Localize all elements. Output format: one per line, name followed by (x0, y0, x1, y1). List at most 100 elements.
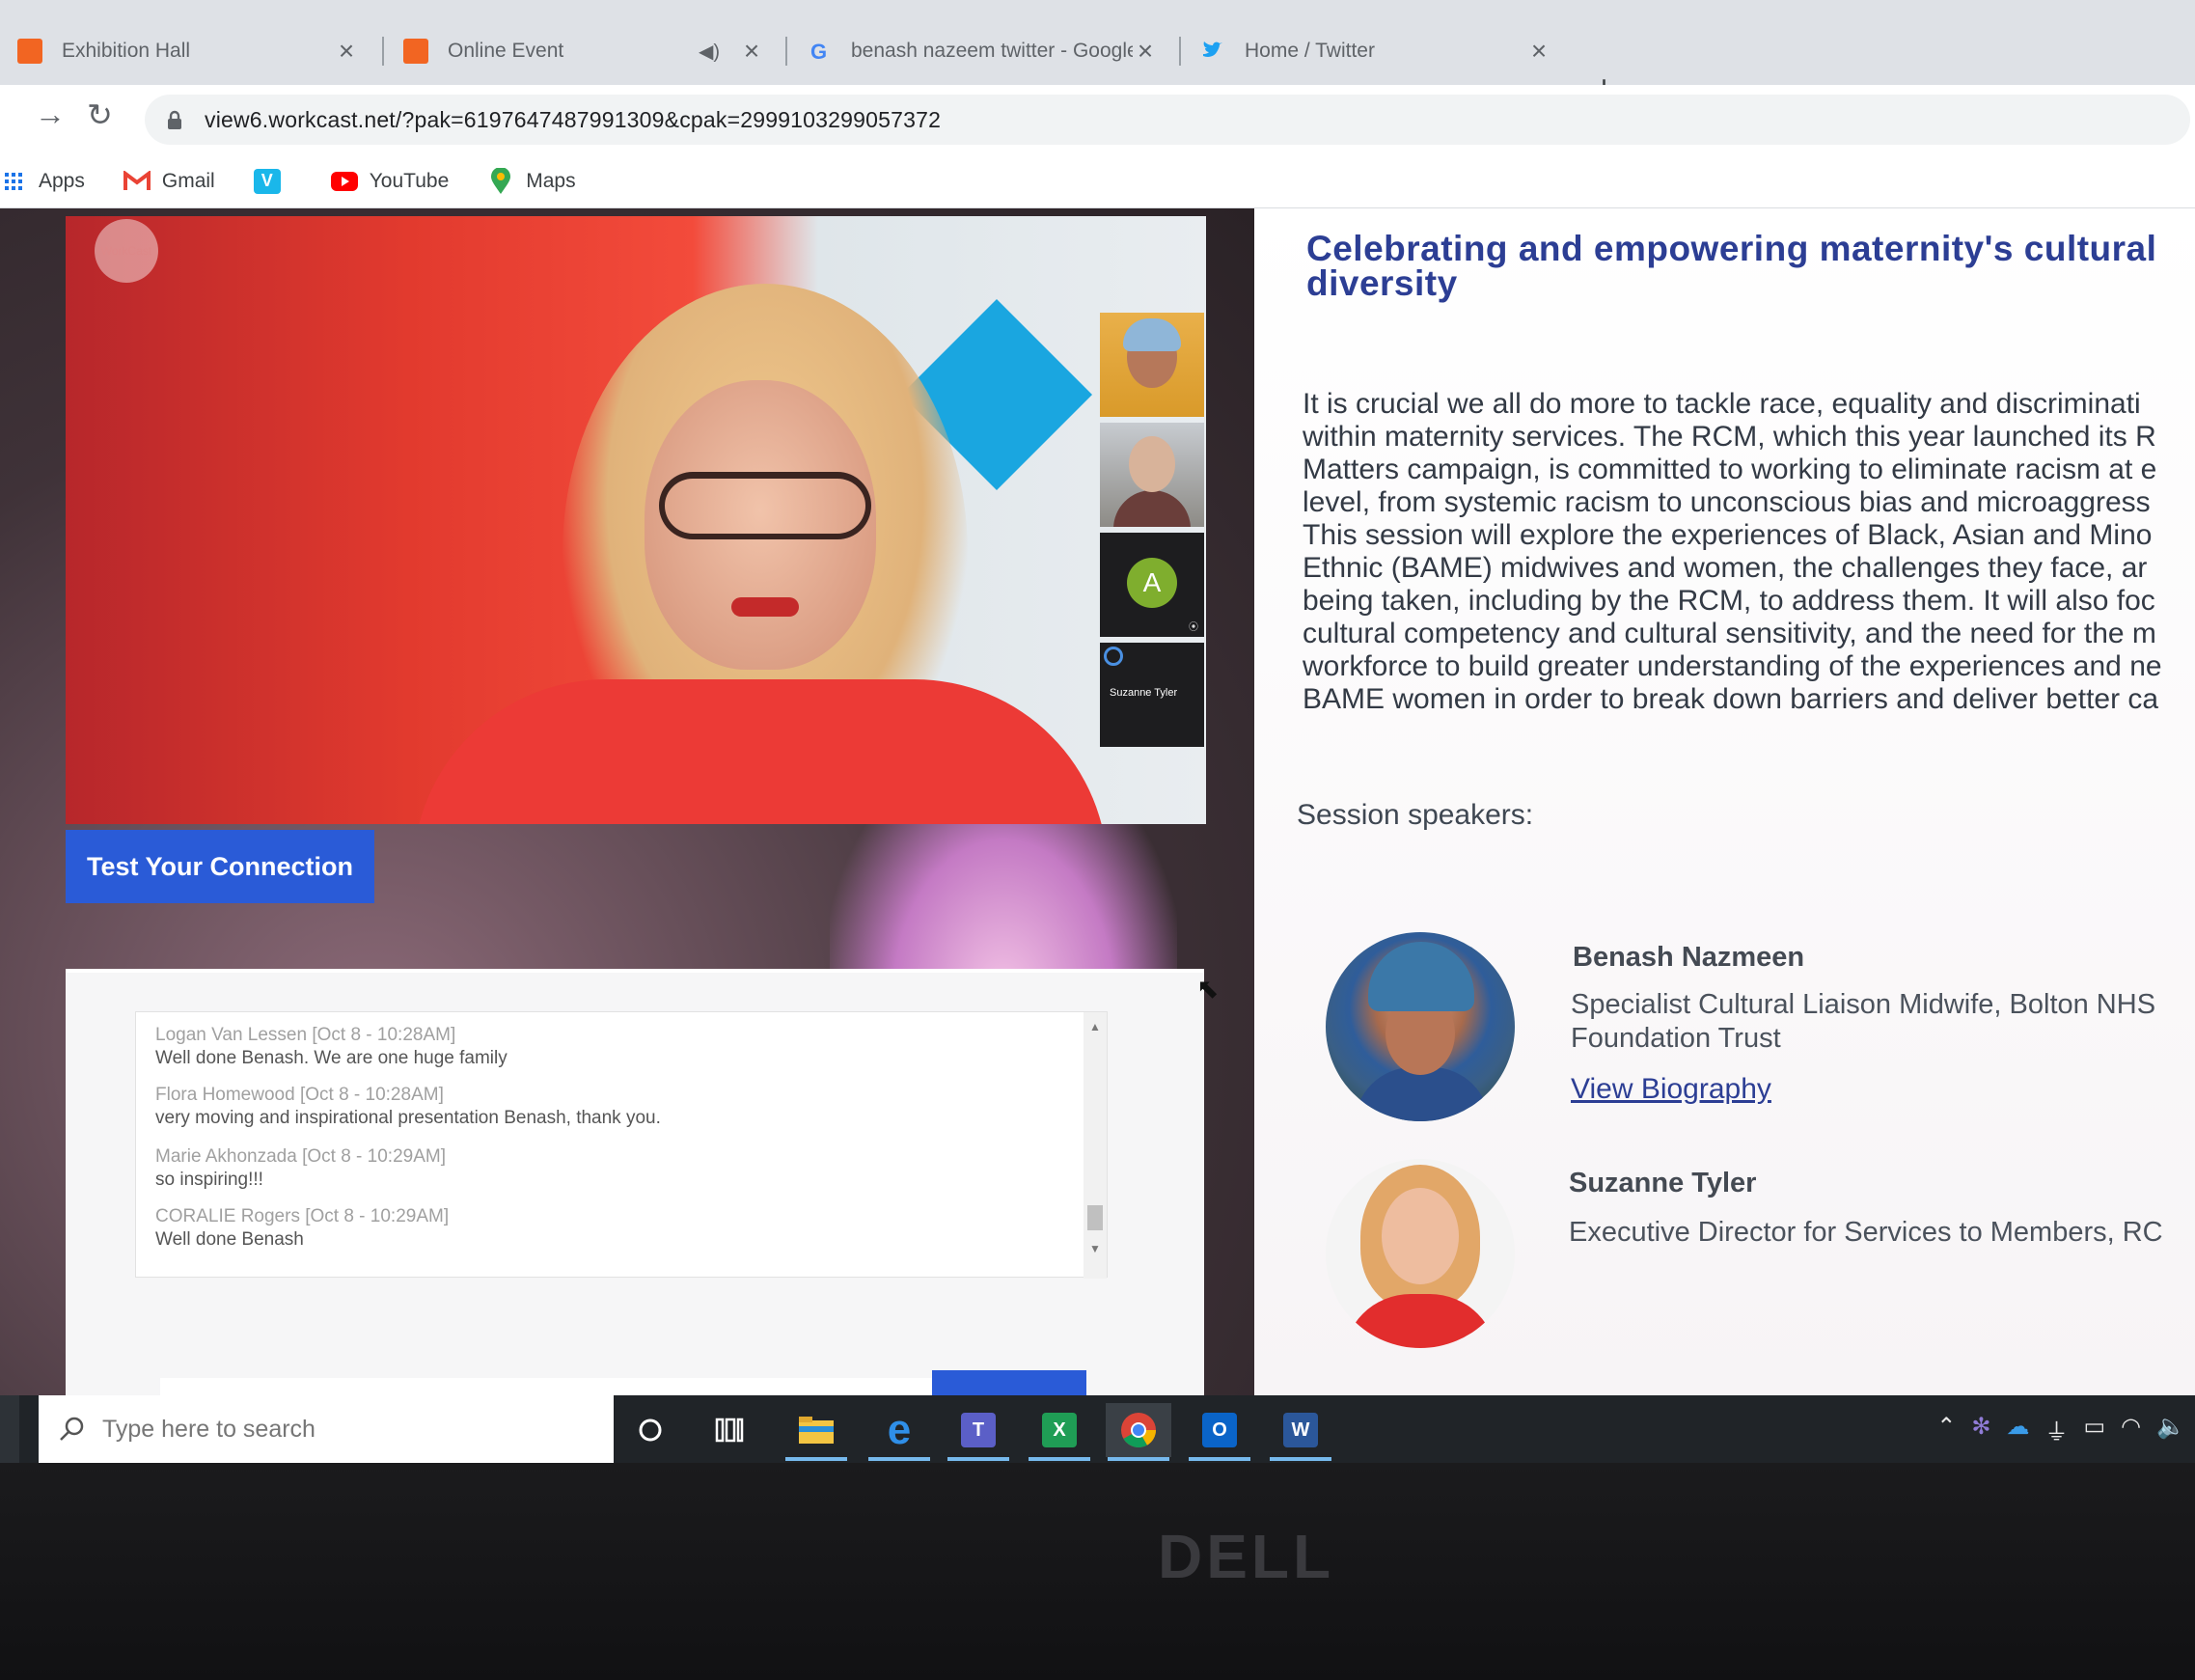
word-icon[interactable]: W (1268, 1403, 1333, 1461)
edge-icon[interactable]: e (866, 1403, 932, 1461)
start-button[interactable] (0, 1395, 19, 1463)
speaking-indicator-icon (1104, 647, 1123, 666)
close-icon[interactable]: × (1526, 36, 1551, 67)
chat-scrollbar[interactable]: ▲ ▼ (1084, 1012, 1107, 1279)
close-icon[interactable]: × (334, 36, 359, 67)
active-indicator (785, 1457, 847, 1461)
chat-meta: CORALIE Rogers [Oct 8 - 10:29AM] (155, 1206, 450, 1226)
participant-body (1113, 490, 1191, 527)
twitter-icon (1200, 39, 1225, 64)
usb-icon[interactable]: ⏚ (2044, 1413, 2068, 1446)
taskbar-search[interactable]: Type here to search (39, 1395, 614, 1463)
svg-text:G: G (810, 40, 827, 64)
bookmark-gmail[interactable]: Gmail (123, 168, 215, 195)
view-biography-link[interactable]: View Biography (1571, 1073, 1771, 1106)
maps-icon (487, 167, 514, 195)
tab-twitter-home[interactable]: Home / Twitter × (1183, 17, 1569, 85)
chat-send-button[interactable] (932, 1370, 1086, 1395)
session-description: It is crucial we all do more to tackle r… (1303, 388, 2162, 715)
chat-message: Logan Van Lessen [Oct 8 - 10:28AM] Well … (155, 1024, 508, 1070)
windows-taskbar: Type here to search e T X O W ⌃ ✻ ☁ ⏚ ▭ … (0, 1395, 2195, 1463)
participant-tile[interactable] (1100, 313, 1204, 417)
participant-headwrap (1123, 318, 1181, 351)
mouse-cursor-icon: ⬉ (1196, 974, 1220, 1004)
event-page: WorkCast A ⦿ Suzanne Tyler Test Your Con… (0, 208, 2195, 1395)
task-view-icon[interactable] (697, 1403, 762, 1457)
onedrive-icon[interactable]: ☁ (2006, 1413, 2029, 1446)
active-indicator (1108, 1457, 1169, 1461)
chrome-icon[interactable] (1106, 1403, 1171, 1461)
chevron-up-icon[interactable]: ⌃ (1936, 1413, 1956, 1446)
participant-tile[interactable]: A ⦿ (1100, 533, 1204, 637)
speaker-headwrap (1368, 942, 1474, 1011)
vimeo-icon: V (253, 168, 281, 195)
scroll-up-icon[interactable]: ▲ (1089, 1020, 1101, 1033)
bookmark-vimeo[interactable]: V (253, 168, 292, 195)
mic-icon: ⦿ (1189, 622, 1198, 633)
gmail-icon (123, 168, 151, 195)
close-icon[interactable]: × (1133, 36, 1158, 67)
participant-tile[interactable]: Suzanne Tyler (1100, 643, 1204, 747)
volume-icon[interactable]: 🔈 (2156, 1413, 2185, 1446)
player-column: WorkCast A ⦿ Suzanne Tyler Test Your Con… (0, 208, 1254, 1395)
tab-title: benash nazeem twitter - Google (851, 40, 1133, 62)
speaker-role: Executive Director for Services to Membe… (1569, 1217, 2163, 1248)
speaker-name: Suzanne Tyler (1569, 1168, 1757, 1198)
participant-strip: A ⦿ Suzanne Tyler (1100, 313, 1206, 753)
cortana-icon[interactable] (617, 1403, 683, 1457)
workcast-logo: WorkCast (95, 219, 158, 283)
participant-name: Suzanne Tyler (1110, 687, 1178, 699)
file-explorer-icon[interactable] (783, 1403, 849, 1461)
tab-online-event[interactable]: Online Event ◀) × (386, 17, 782, 85)
active-indicator (1270, 1457, 1331, 1461)
wifi-icon[interactable]: ◠ (2121, 1413, 2141, 1446)
teams-tray-icon[interactable]: ✻ (1971, 1413, 1990, 1446)
video-player[interactable]: WorkCast A ⦿ Suzanne Tyler (66, 216, 1206, 824)
tab-title: Online Event (448, 40, 564, 62)
participant-face (1129, 436, 1175, 492)
speaker-icon[interactable]: ◀) (699, 40, 720, 64)
forward-icon[interactable]: → (35, 96, 66, 132)
bookmarks-bar: Apps Gmail V YouTube Maps (0, 154, 2195, 208)
chat-message: Marie Akhonzada [Oct 8 - 10:29AM] so ins… (155, 1145, 446, 1192)
active-indicator (947, 1457, 1009, 1461)
browser-toolbar: → ↻ view6.workcast.net/?pak=619764748799… (0, 85, 2195, 154)
speaker-name: Benash Nazmeen (1573, 942, 1805, 973)
dell-logo: DELL (1158, 1522, 1335, 1591)
speakers-heading: Session speakers: (1297, 799, 1534, 831)
active-indicator (1189, 1457, 1250, 1461)
scroll-thumb[interactable] (1087, 1205, 1103, 1230)
teams-icon[interactable]: T (946, 1403, 1011, 1461)
scroll-down-icon[interactable]: ▼ (1089, 1242, 1101, 1255)
battery-icon[interactable]: ▭ (2083, 1413, 2105, 1446)
lock-icon (168, 110, 181, 129)
tab-separator (382, 37, 384, 66)
bookmark-apps[interactable]: Apps (0, 168, 85, 195)
chat-panel: Logan Van Lessen [Oct 8 - 10:28AM] Well … (66, 969, 1204, 1395)
browser-tab-bar: Exhibition Hall × Online Event ◀) × G be… (0, 0, 2195, 107)
test-connection-button[interactable]: Test Your Connection (66, 830, 374, 903)
speaker-photo (1326, 1159, 1515, 1348)
tab-google-search[interactable]: G benash nazeem twitter - Google × (789, 17, 1175, 85)
chat-input[interactable] (160, 1378, 932, 1395)
workcast-icon (17, 39, 42, 64)
google-icon: G (807, 39, 832, 64)
excel-icon[interactable]: X (1027, 1403, 1092, 1461)
close-icon[interactable]: × (739, 36, 764, 67)
presenter-glasses (659, 472, 871, 539)
tab-title: Home / Twitter (1245, 40, 1375, 62)
address-bar[interactable]: view6.workcast.net/?pak=6197647487991309… (145, 95, 2190, 145)
chat-messages[interactable]: Logan Van Lessen [Oct 8 - 10:28AM] Well … (135, 1011, 1108, 1279)
bookmark-maps[interactable]: Maps (487, 167, 576, 195)
chat-body: Well done Benash (155, 1229, 304, 1250)
bookmark-youtube[interactable]: YouTube (330, 168, 449, 195)
active-indicator (1029, 1457, 1090, 1461)
speaker-body (1355, 1067, 1490, 1121)
outlook-icon[interactable]: O (1187, 1403, 1252, 1461)
system-tray: ⌃ ✻ ☁ ⏚ ▭ ◠ 🔈 (1936, 1413, 2185, 1446)
tab-exhibition-hall[interactable]: Exhibition Hall × (0, 17, 376, 85)
participant-tile[interactable] (1100, 423, 1204, 527)
chat-meta: Marie Akhonzada [Oct 8 - 10:29AM] (155, 1146, 446, 1167)
tab-separator (1179, 37, 1181, 66)
reload-icon[interactable]: ↻ (87, 96, 113, 133)
